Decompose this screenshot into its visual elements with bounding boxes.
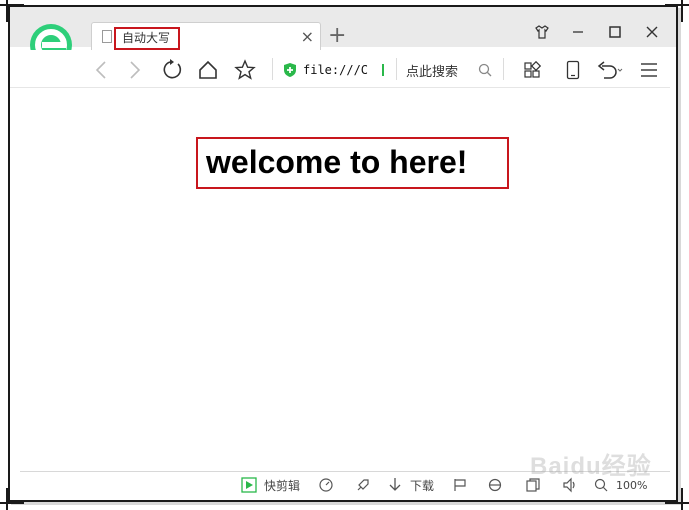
minimize-icon[interactable] [566,20,590,44]
search-icon[interactable] [476,58,494,82]
shield-icon [283,62,297,78]
undo-icon[interactable] [595,58,625,82]
frame-corner [681,0,683,22]
home-icon[interactable] [196,58,220,82]
frame-corner [6,0,8,22]
star-icon[interactable] [233,58,257,82]
tab-close-icon[interactable]: × [301,27,314,47]
forward-icon[interactable] [124,58,146,82]
clip-button[interactable]: 快剪辑 [241,475,300,495]
toolbar-divider [396,58,397,80]
frame-corner [665,502,689,504]
refresh-icon[interactable] [160,58,184,82]
frame-corner [0,4,24,6]
back-icon[interactable] [90,58,112,82]
search-box[interactable]: 点此搜索 [406,61,458,80]
page-heading-box: welcome to here! [196,137,509,189]
download-label: 下载 [410,478,435,493]
tab-title: 自动大写 [114,27,180,50]
speed-icon[interactable] [318,475,334,495]
ie-icon[interactable] [487,475,503,495]
address-input[interactable]: file:///C [303,63,368,77]
page-heading: welcome to here! [206,144,468,180]
close-icon[interactable] [640,20,664,44]
frame-corner [6,488,8,510]
rocket-icon[interactable] [355,475,371,495]
address-bar[interactable]: file:///C [273,57,385,83]
frame-corner [665,4,689,6]
toolbar-divider [503,58,504,80]
active-tab[interactable]: 自动大写 × [91,22,321,50]
flag-icon[interactable] [452,475,468,495]
new-tab-button[interactable]: + [328,24,346,48]
clip-label: 快剪辑 [264,478,301,493]
address-cursor [382,64,385,76]
frame-corner [681,488,683,510]
play-icon [241,477,257,493]
watermark: Baidu经验 [530,453,652,480]
download-icon [388,477,402,493]
maximize-icon[interactable] [603,20,627,44]
skin-icon[interactable] [530,20,554,44]
menu-icon[interactable] [638,58,660,82]
tablet-icon[interactable] [562,58,584,82]
document-icon [102,30,112,43]
frame-corner [0,502,24,504]
download-button[interactable]: 下载 [388,475,434,495]
apps-icon[interactable] [521,58,543,82]
